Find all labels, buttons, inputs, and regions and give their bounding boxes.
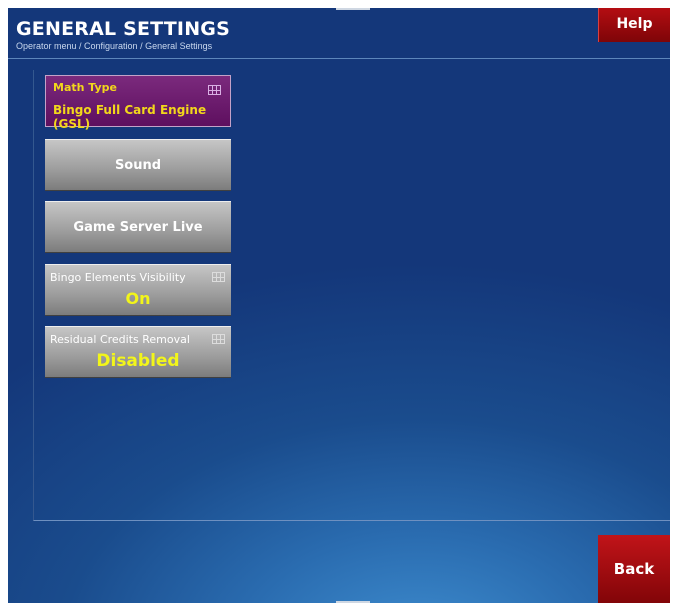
breadcrumb: Operator menu / Configuration / General … <box>16 41 213 51</box>
grid-icon <box>208 85 221 95</box>
bingo-visibility-value: On <box>125 289 151 308</box>
grid-icon <box>212 272 225 282</box>
residual-credits-value: Disabled <box>96 351 180 371</box>
bottom-notch <box>336 601 370 603</box>
top-notch <box>336 8 370 10</box>
residual-credits-removal-toggle[interactable]: Residual Credits Removal Disabled <box>45 326 231 378</box>
page-title: GENERAL SETTINGS <box>16 18 230 40</box>
game-server-live-button[interactable]: Game Server Live <box>45 201 231 253</box>
residual-credits-label: Residual Credits Removal <box>50 333 190 346</box>
math-type-value: Bingo Full Card Engine (GSL) <box>53 103 207 131</box>
settings-screen: GENERAL SETTINGS Operator menu / Configu… <box>8 8 670 603</box>
sound-button-label: Sound <box>114 157 162 173</box>
help-button[interactable]: Help <box>598 8 670 42</box>
math-type-selector[interactable]: Math Type Bingo Full Card Engine (GSL) <box>45 75 231 131</box>
header-divider <box>8 58 670 59</box>
back-button[interactable]: Back <box>598 535 670 603</box>
math-type-label: Math Type <box>53 81 117 94</box>
game-server-live-label: Game Server Live <box>73 219 203 235</box>
sound-button[interactable]: Sound <box>45 139 231 191</box>
bingo-visibility-label: Bingo Elements Visibility <box>50 271 186 284</box>
bingo-elements-visibility-toggle[interactable]: Bingo Elements Visibility On <box>45 264 231 316</box>
grid-icon <box>212 334 225 344</box>
